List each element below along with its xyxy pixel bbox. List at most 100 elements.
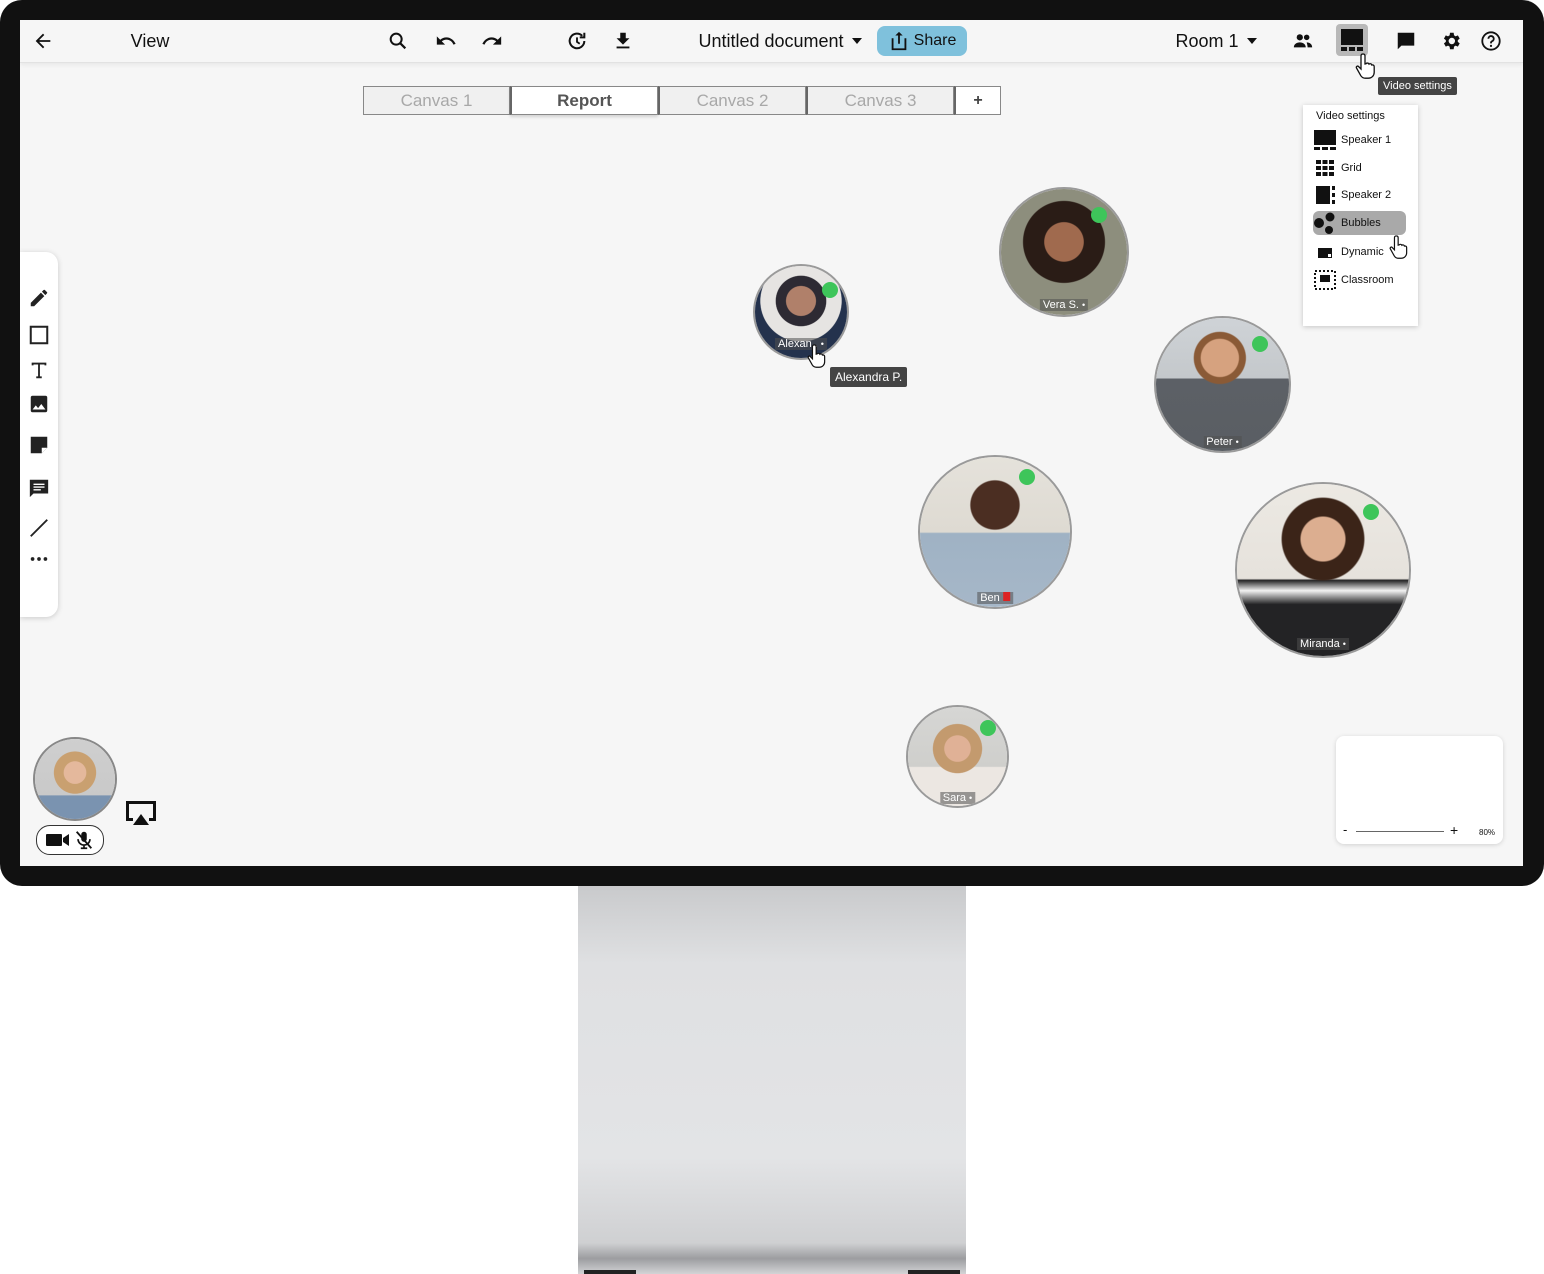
layout-speaker-1[interactable]: Speaker 1 (1313, 128, 1406, 152)
layout-label: Speaker 1 (1341, 134, 1392, 146)
pencil-tool[interactable] (27, 286, 51, 310)
monitor-stand (578, 886, 966, 1274)
participant-avatar (1156, 318, 1289, 451)
chevron-down-icon (1246, 38, 1257, 44)
hand-cursor-icon (807, 344, 826, 368)
image-tool[interactable] (27, 392, 51, 416)
image-icon (30, 395, 48, 413)
document-title: Untitled document (698, 30, 844, 51)
layout-classroom[interactable]: Classroom (1313, 268, 1406, 292)
online-status-dot (1252, 336, 1268, 352)
chat-button[interactable] (1394, 20, 1418, 62)
video-settings-title: Video settings (1316, 110, 1385, 122)
tab-canvas-3[interactable]: Canvas 3 (806, 86, 954, 115)
layout-label: Dynamic (1341, 246, 1384, 258)
chat-icon (1397, 32, 1415, 50)
download-icon (616, 32, 630, 49)
chevron-down-icon (851, 38, 862, 44)
participant-avatar (1237, 484, 1409, 656)
mic-icon: • (969, 793, 973, 803)
search-button[interactable] (386, 20, 410, 62)
share-button[interactable]: Share (877, 26, 967, 56)
undo-button[interactable] (432, 20, 460, 62)
text-tool[interactable] (27, 358, 51, 382)
help-button[interactable] (1478, 20, 1504, 62)
sticky-note-icon (30, 436, 48, 454)
tab-report[interactable]: Report (510, 86, 658, 115)
online-status-dot (1363, 504, 1379, 520)
participant-bubble[interactable]: Alexan.. • (753, 264, 849, 360)
more-tools[interactable] (27, 547, 51, 571)
screen-share-icon[interactable] (123, 798, 159, 828)
zoom-out-button[interactable]: - (1343, 822, 1347, 837)
bubbles-layout-icon (1313, 212, 1337, 234)
back-button[interactable] (30, 20, 56, 62)
settings-button[interactable] (1438, 20, 1464, 62)
participant-avatar (920, 457, 1070, 607)
hand-cursor-icon (1389, 235, 1408, 259)
online-status-dot (1091, 207, 1107, 223)
layout-grid[interactable]: Grid (1313, 156, 1406, 180)
comment-icon (29, 479, 49, 498)
layout-label: Bubbles (1341, 217, 1381, 229)
redo-icon (482, 36, 502, 45)
zoom-slider[interactable] (1356, 831, 1444, 832)
layout-bubbles[interactable]: Bubbles (1313, 211, 1406, 235)
participant-bubble[interactable]: Miranda • (1235, 482, 1411, 658)
self-avatar-image (35, 739, 115, 819)
share-label: Share (913, 32, 957, 49)
participant-bubble[interactable]: Sara • (906, 705, 1009, 808)
sticky-note-tool[interactable] (27, 433, 51, 457)
mic-off-icon[interactable] (73, 829, 95, 851)
pencil-icon (30, 289, 48, 307)
participant-name: Peter • (1203, 436, 1242, 448)
zoom-in-button[interactable]: + (1450, 822, 1458, 838)
stand-foot (908, 1270, 960, 1274)
view-menu[interactable]: View (130, 20, 170, 62)
line-tool[interactable] (27, 516, 51, 540)
online-status-dot (980, 720, 996, 736)
line-icon (30, 519, 48, 537)
grid-layout-icon (1313, 157, 1337, 179)
participant-bubble[interactable]: Ben (918, 455, 1072, 609)
video-settings-menu: Video settings Speaker 1 Grid Speaker 2 … (1303, 105, 1418, 326)
zoom-level: 80% (1479, 828, 1496, 837)
media-controls (36, 825, 104, 855)
gear-icon (1443, 32, 1460, 50)
share-icon (891, 31, 906, 51)
room-label: Room 1 (1175, 30, 1239, 51)
arrow-left-icon (35, 33, 51, 49)
mic-icon: • (1342, 639, 1346, 649)
speaker2-layout-icon (1313, 184, 1337, 206)
download-button[interactable] (611, 20, 635, 62)
history-button[interactable] (564, 20, 590, 62)
rectangle-icon (29, 325, 49, 345)
redo-button[interactable] (478, 20, 506, 62)
tab-canvas-1[interactable]: Canvas 1 (363, 86, 510, 115)
search-icon (389, 32, 407, 50)
zoom-control: - + 80% (1336, 736, 1503, 844)
participants-button[interactable] (1290, 20, 1316, 62)
tab-canvas-2[interactable]: Canvas 2 (658, 86, 806, 115)
participant-name: Ben (977, 592, 1013, 604)
room-dropdown[interactable]: Room 1 (1174, 20, 1258, 62)
document-title-dropdown[interactable]: Untitled document (696, 20, 864, 62)
participant-avatar (1001, 189, 1127, 315)
help-icon (1481, 31, 1501, 51)
layout-speaker-2[interactable]: Speaker 2 (1313, 183, 1406, 207)
dynamic-layout-icon (1313, 241, 1337, 263)
participant-tooltip: Alexandra P. (830, 367, 908, 387)
self-video[interactable] (33, 737, 117, 821)
text-icon (31, 362, 47, 379)
add-tab-button[interactable]: + (954, 86, 1001, 115)
camera-icon[interactable] (45, 831, 71, 849)
mic-icon: • (1235, 437, 1239, 447)
participant-bubble[interactable]: Peter • (1154, 316, 1291, 453)
more-icon (30, 557, 48, 561)
rectangle-tool[interactable] (27, 323, 51, 347)
comment-tool[interactable] (27, 476, 51, 500)
video-settings-tooltip: Video settings (1378, 77, 1457, 95)
people-icon (1293, 34, 1313, 48)
participant-bubble[interactable]: Vera S. • (999, 187, 1129, 317)
top-toolbar: View Untitled document Share Room 1 (20, 20, 1523, 63)
